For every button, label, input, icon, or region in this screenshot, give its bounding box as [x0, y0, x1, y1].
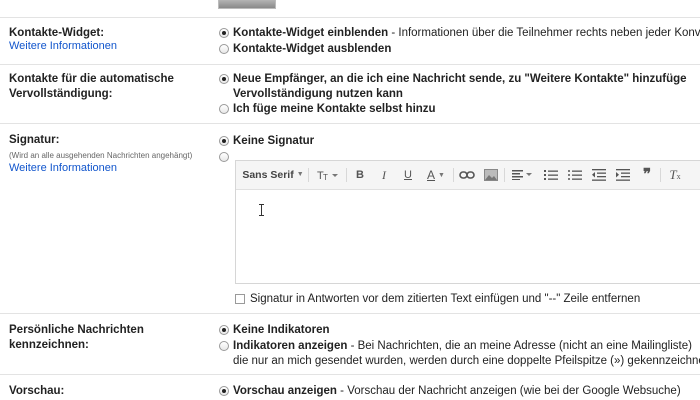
- font-family-select[interactable]: Sans Serif ▼: [242, 166, 304, 184]
- editor-toolbar: Sans Serif ▼ TT B I U A ▼ ❞ Tx: [236, 161, 700, 190]
- signature-more-link[interactable]: Weitere Informationen: [9, 162, 117, 174]
- divider: [0, 64, 700, 65]
- autocomplete-label-line2: Vervollständigung:: [9, 88, 113, 100]
- divider: [0, 17, 700, 18]
- indent-less-icon[interactable]: [590, 166, 608, 184]
- preview-show-option: Vorschau anzeigen - Vorschau der Nachric…: [233, 385, 681, 397]
- contacts-widget-hide-option: Kontakte-Widget ausblenden: [233, 43, 392, 55]
- preview-show-radio[interactable]: [219, 386, 229, 396]
- contacts-widget-show-radio[interactable]: [219, 28, 229, 38]
- signature-none-option: Keine Signatur: [233, 135, 315, 147]
- preview-label: Vorschau:: [9, 385, 65, 397]
- divider: [660, 168, 661, 182]
- signature-sublabel: (Wird an alle ausgehenden Nachrichten an…: [9, 151, 193, 160]
- italic-button[interactable]: I: [376, 166, 392, 184]
- text-color-button[interactable]: A ▼: [423, 166, 449, 184]
- text-cursor-icon: [258, 204, 265, 216]
- signature-editor[interactable]: Sans Serif ▼ TT B I U A ▼ ❞ Tx: [235, 160, 700, 284]
- profile-picture: [218, 0, 276, 9]
- indicators-show-radio[interactable]: [219, 341, 229, 351]
- bold-button[interactable]: B: [352, 166, 368, 184]
- quote-icon[interactable]: ❞: [638, 166, 656, 184]
- divider: [0, 313, 700, 314]
- numbered-list-icon[interactable]: [542, 166, 560, 184]
- divider: [308, 168, 309, 182]
- indent-more-icon[interactable]: [614, 166, 632, 184]
- insert-signature-before-quote-checkbox[interactable]: [235, 294, 245, 304]
- autocomplete-manual-radio[interactable]: [219, 104, 229, 114]
- divider: [0, 374, 700, 375]
- divider: [453, 168, 454, 182]
- align-icon[interactable]: [510, 166, 534, 184]
- personal-indicators-label-line1: Persönliche Nachrichten: [9, 324, 144, 336]
- signature-none-radio[interactable]: [219, 136, 229, 146]
- indicators-show-option-line2: die nur an mich gesendet wurden, werden …: [233, 355, 700, 367]
- contacts-widget-show-option: Kontakte-Widget einblenden - Information…: [233, 27, 700, 39]
- autocomplete-auto-option-line2: Vervollständigung nutzen kann: [233, 88, 403, 100]
- autocomplete-manual-option: Ich füge meine Kontakte selbst hinzu: [233, 103, 436, 115]
- personal-indicators-label-line2: kennzeichnen:: [9, 339, 89, 351]
- link-icon[interactable]: [458, 166, 476, 184]
- autocomplete-label-line1: Kontakte für die automatische: [9, 73, 174, 85]
- autocomplete-auto-radio[interactable]: [219, 74, 229, 84]
- autocomplete-auto-option-line1: Neue Empfänger, an die ich eine Nachrich…: [233, 73, 687, 85]
- divider: [346, 168, 347, 182]
- divider: [504, 168, 505, 182]
- indicators-none-option: Keine Indikatoren: [233, 324, 330, 336]
- contacts-widget-more-link[interactable]: Weitere Informationen: [9, 40, 117, 52]
- insert-signature-before-quote-label: Signatur in Antworten vor dem zitierten …: [250, 293, 641, 305]
- svg-text:T: T: [323, 173, 328, 182]
- image-icon[interactable]: [482, 166, 500, 184]
- underline-button[interactable]: U: [400, 166, 416, 184]
- divider: [0, 123, 700, 124]
- contacts-widget-hide-radio[interactable]: [219, 44, 229, 54]
- indicators-none-radio[interactable]: [219, 325, 229, 335]
- signature-custom-radio[interactable]: [219, 152, 229, 162]
- contacts-widget-label: Kontakte-Widget:: [9, 27, 105, 39]
- signature-label: Signatur:: [9, 134, 60, 146]
- remove-formatting-icon[interactable]: Tx: [666, 166, 684, 184]
- bullet-list-icon[interactable]: [566, 166, 584, 184]
- font-size-icon[interactable]: TT: [314, 166, 342, 184]
- indicators-show-option: Indikatoren anzeigen - Bei Nachrichten, …: [233, 340, 692, 352]
